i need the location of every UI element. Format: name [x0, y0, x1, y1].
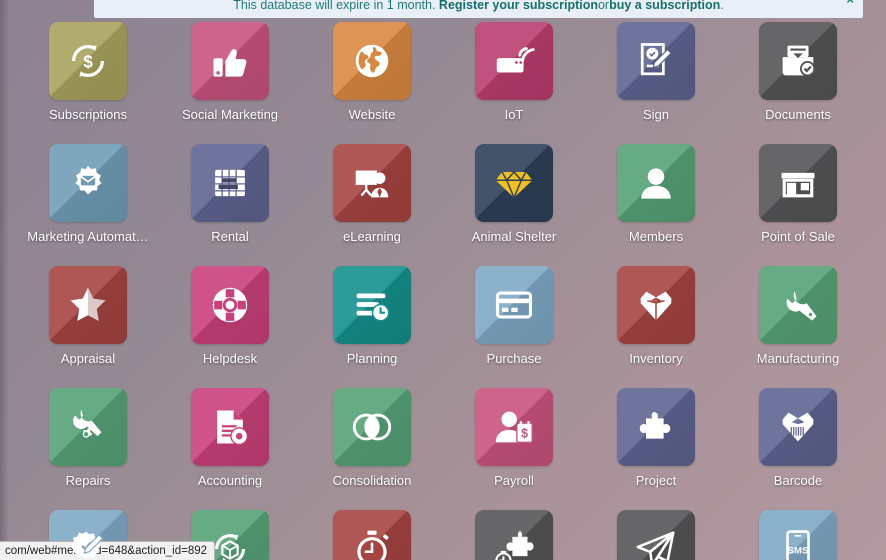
- person-money-icon[interactable]: $: [475, 388, 553, 466]
- app-label: Point of Sale: [761, 229, 835, 244]
- app-item[interactable]: Manufacturing: [727, 262, 869, 384]
- half-star-icon[interactable]: [49, 266, 127, 344]
- apps-grid: $ Subscriptions Social Marketing Website IoT…: [0, 18, 886, 560]
- puzzle-piece-icon[interactable]: [617, 388, 695, 466]
- app-item[interactable]: Rental: [159, 140, 301, 262]
- app-label: Rental: [211, 229, 249, 244]
- app-label: Project: [635, 473, 677, 488]
- app-item[interactable]: Repairs: [17, 384, 159, 506]
- app-label: Documents: [765, 107, 831, 122]
- svg-text:SMS: SMS: [788, 545, 809, 556]
- credit-card-icon[interactable]: [475, 266, 553, 344]
- app-label: Barcode: [773, 473, 823, 488]
- app-label: Helpdesk: [202, 351, 258, 366]
- app-item[interactable]: Website: [301, 18, 443, 140]
- subscriptions-icon[interactable]: $: [49, 22, 127, 100]
- app-item[interactable]: Project: [585, 384, 727, 506]
- app-item[interactable]: Consolidation: [301, 384, 443, 506]
- app-label: Subscriptions: [48, 107, 128, 122]
- app-label: Social Marketing: [181, 107, 279, 122]
- app-label: Manufacturing: [756, 351, 840, 366]
- app-item[interactable]: Barcode: [727, 384, 869, 506]
- app-item[interactable]: $ Subscriptions: [17, 18, 159, 140]
- svg-text:$: $: [83, 52, 93, 72]
- app-item[interactable]: Social Marketing: [159, 18, 301, 140]
- puzzle-timer-icon[interactable]: [475, 510, 553, 560]
- iot-signal-icon[interactable]: [475, 22, 553, 100]
- thumbs-up-icon[interactable]: [191, 22, 269, 100]
- app-item[interactable]: Point of Sale: [727, 140, 869, 262]
- diamond-icon[interactable]: [475, 144, 553, 222]
- register-subscription-link[interactable]: Register your subscription: [439, 0, 598, 12]
- app-label: Accounting: [197, 473, 263, 488]
- lifebuoy-icon[interactable]: [191, 266, 269, 344]
- elearning-board-icon[interactable]: [333, 144, 411, 222]
- globe-icon[interactable]: [333, 22, 411, 100]
- svg-text:$: $: [521, 427, 528, 441]
- app-label: Appraisal: [60, 351, 116, 366]
- app-label: Planning: [346, 351, 398, 366]
- app-item[interactable]: Documents: [727, 18, 869, 140]
- app-label: Sign: [642, 107, 670, 122]
- open-box-icon[interactable]: [617, 266, 695, 344]
- close-icon[interactable]: ×: [846, 0, 854, 6]
- document-gear-icon[interactable]: [191, 388, 269, 466]
- app-item[interactable]: Accounting: [159, 384, 301, 506]
- app-item[interactable]: [301, 506, 443, 560]
- wrench-icon[interactable]: [759, 266, 837, 344]
- app-item[interactable]: Planning: [301, 262, 443, 384]
- app-label: Members: [628, 229, 684, 244]
- app-label: Animal Shelter: [471, 229, 557, 244]
- subscription-expiry-banner: This database will expire in 1 month. Re…: [94, 0, 863, 18]
- paper-plane-icon[interactable]: [617, 510, 695, 560]
- app-item[interactable]: Animal Shelter: [443, 140, 585, 262]
- app-label: Consolidation: [332, 473, 412, 488]
- person-icon[interactable]: [617, 144, 695, 222]
- app-item[interactable]: Members: [585, 140, 727, 262]
- app-item[interactable]: [443, 506, 585, 560]
- app-item[interactable]: IoT: [443, 18, 585, 140]
- app-item[interactable]: Marketing Automat…: [17, 140, 159, 262]
- banner-message-prefix: This database will expire in 1 month.: [233, 0, 436, 12]
- venn-circles-icon[interactable]: [333, 388, 411, 466]
- storefront-icon[interactable]: [759, 144, 837, 222]
- app-label: IoT: [504, 107, 524, 122]
- gear-envelope-icon[interactable]: [49, 144, 127, 222]
- documents-folder-icon[interactable]: [759, 22, 837, 100]
- app-label: Repairs: [65, 473, 111, 488]
- app-label: eLearning: [343, 229, 401, 244]
- app-item[interactable]: Appraisal: [17, 262, 159, 384]
- barcode-box-icon[interactable]: [759, 388, 837, 466]
- sms-phone-icon[interactable]: SMS: [759, 510, 837, 560]
- app-item[interactable]: Purchase: [443, 262, 585, 384]
- app-item[interactable]: [585, 506, 727, 560]
- app-label: Website: [348, 107, 396, 122]
- wrench-gear-icon[interactable]: [49, 388, 127, 466]
- app-label: Payroll: [494, 473, 534, 488]
- app-item[interactable]: Inventory: [585, 262, 727, 384]
- rental-grid-icon[interactable]: [191, 144, 269, 222]
- stopwatch-icon[interactable]: [333, 510, 411, 560]
- app-item[interactable]: $ Payroll: [443, 384, 585, 506]
- app-item[interactable]: Helpdesk: [159, 262, 301, 384]
- planning-clock-icon[interactable]: [333, 266, 411, 344]
- app-item[interactable]: Sign: [585, 18, 727, 140]
- app-item[interactable]: eLearning: [301, 140, 443, 262]
- app-item[interactable]: SMS: [727, 506, 869, 560]
- app-label: Marketing Automat…: [27, 229, 149, 244]
- sign-document-icon[interactable]: [617, 22, 695, 100]
- buy-subscription-link[interactable]: buy a subscription: [609, 0, 720, 12]
- banner-period: .: [720, 0, 724, 12]
- app-label: Purchase: [486, 351, 542, 366]
- app-label: Inventory: [629, 351, 683, 366]
- banner-conjunction: or: [597, 0, 610, 12]
